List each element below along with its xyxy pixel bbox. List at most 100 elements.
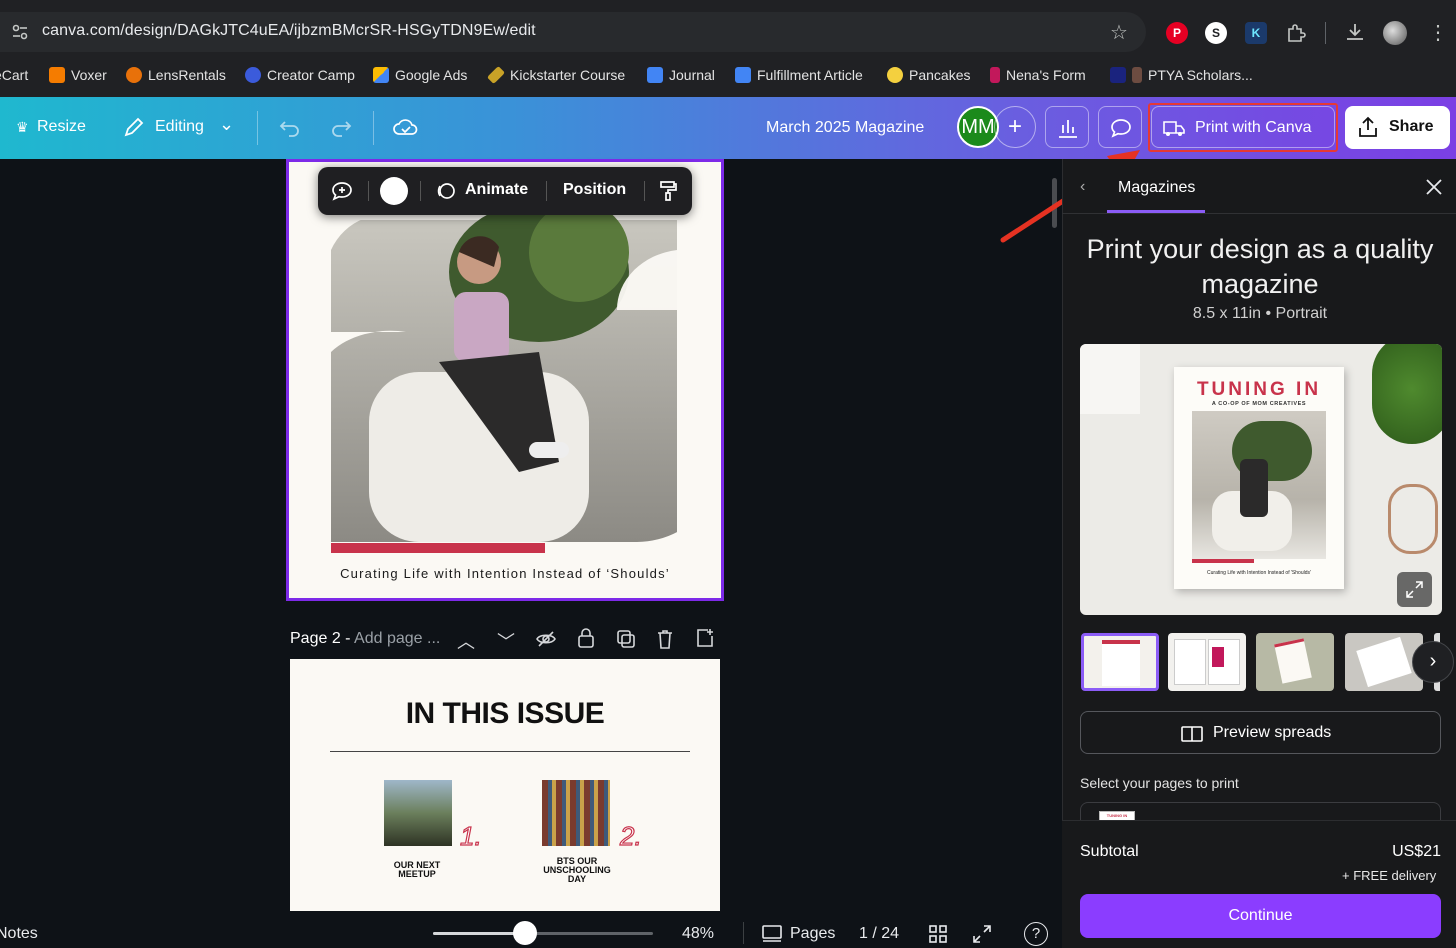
continue-button[interactable]: Continue [1080, 894, 1441, 938]
add-comment-icon[interactable] [330, 179, 354, 203]
thumbnail-magazine [1274, 638, 1312, 684]
help-icon[interactable]: ? [1024, 922, 1048, 946]
pinterest-extension-icon[interactable]: P [1166, 22, 1188, 44]
bookmarks-bar: eCart Voxer LensRentals Creator Camp Goo… [0, 64, 1456, 90]
profile-avatar[interactable] [1383, 21, 1407, 45]
bookmark-item[interactable]: Fulfillment Article [735, 67, 863, 83]
lock-icon[interactable] [576, 627, 596, 649]
download-icon[interactable] [1344, 21, 1366, 43]
mockup-title: TUNING IN [1196, 379, 1322, 400]
element-context-toolbar: Animate Position [318, 167, 692, 215]
bookmark-label: Pancakes [909, 67, 971, 83]
editing-mode-button[interactable]: Editing [155, 118, 204, 136]
resize-button[interactable]: Resize [37, 118, 86, 136]
mockup-thumbnail[interactable] [1168, 633, 1246, 691]
chevron-up-icon[interactable]: ︿ [455, 628, 477, 652]
mockup-cover-photo [1192, 411, 1326, 559]
zoom-slider-track[interactable] [433, 921, 653, 945]
bookmark-item[interactable]: Nena's Form [990, 67, 1086, 83]
copy-style-paint-roller-icon[interactable] [656, 179, 680, 203]
zoom-level[interactable]: 48% [682, 925, 714, 943]
page-title-input[interactable]: Add page ... [354, 630, 440, 647]
undo-icon[interactable] [277, 114, 303, 140]
page-2-number: Page 2 - [290, 630, 355, 647]
cloud-saved-icon[interactable] [392, 114, 420, 140]
document-title[interactable]: March 2025 Magazine [766, 119, 924, 137]
bookmark-item[interactable]: Google Ads [373, 67, 467, 83]
mockup-thumbnail[interactable] [1256, 633, 1334, 691]
back-chevron-icon[interactable]: ‹ [1080, 178, 1085, 196]
color-swatch-button[interactable] [380, 177, 408, 205]
fullscreen-icon[interactable] [971, 923, 993, 945]
collaborator-avatar[interactable]: MM [957, 106, 999, 148]
bookmark-item[interactable]: PTYA Scholars... [1110, 67, 1253, 83]
bookmark-item[interactable]: eCart [0, 67, 28, 83]
zoom-slider-fill [433, 932, 526, 935]
redo-icon[interactable] [328, 114, 354, 140]
mockup-thumbnail[interactable] [1081, 633, 1159, 691]
position-button[interactable]: Position [563, 181, 626, 199]
cover-caption[interactable]: Curating Life with Intention Instead of … [289, 566, 721, 581]
notes-button[interactable]: Notes [0, 925, 38, 943]
bookmark-item[interactable]: Voxer [49, 67, 107, 83]
delete-page-trash-icon[interactable] [655, 628, 675, 650]
pages-icon[interactable] [761, 923, 783, 945]
pencil-edit-icon[interactable] [122, 115, 146, 139]
delivery-truck-icon [1163, 121, 1185, 136]
pencil-icon [486, 65, 506, 85]
bookmark-star-icon[interactable]: ☆ [1110, 20, 1128, 45]
expand-preview-button[interactable] [1397, 572, 1432, 607]
page-2-label[interactable]: Page 2 - Add page ... [290, 630, 440, 648]
unschooling-day-photo[interactable] [542, 780, 610, 846]
address-bar[interactable]: canva.com/design/DAGkJTC4uEA/ijbzmBMcrSR… [0, 12, 1146, 52]
magazine-mockup-image[interactable]: TUNING IN A CO-OP OF MOM CREATIVES Curat… [1080, 344, 1442, 615]
ptya-icon [1110, 67, 1126, 83]
animate-button[interactable]: Animate [465, 181, 528, 199]
share-button[interactable]: Share [1345, 106, 1450, 149]
pancakes-icon [887, 67, 903, 83]
meetup-photo[interactable] [384, 780, 452, 846]
bookmark-item[interactable]: Pancakes [887, 67, 970, 83]
chevron-down-icon[interactable]: ⌄ [219, 114, 234, 135]
url-text[interactable]: canva.com/design/DAGkJTC4uEA/ijbzmBMcrSR… [42, 22, 536, 40]
add-page-icon[interactable] [694, 627, 716, 649]
lensrentals-icon [126, 67, 142, 83]
glasses-decoration [1388, 484, 1438, 554]
bookmark-item[interactable]: LensRentals [126, 67, 226, 83]
grid-view-icon[interactable] [927, 923, 949, 945]
item-number: 1. [459, 820, 482, 851]
next-thumbnails-button[interactable]: › [1412, 641, 1454, 683]
page-counter[interactable]: 1 / 24 [859, 925, 899, 943]
mockup-person [1240, 459, 1268, 517]
bookmark-item[interactable]: Journal [647, 67, 715, 83]
page-1-cover[interactable]: Curating Life with Intention Instead of … [286, 159, 724, 601]
bookmark-item[interactable]: Kickstarter Course [486, 65, 625, 85]
item-caption[interactable]: OUR NEXT MEETUP [374, 861, 460, 879]
panel-divider [1062, 213, 1456, 214]
k-extension-icon[interactable]: K [1245, 22, 1267, 44]
paper-decoration [1080, 344, 1140, 414]
docs-icon [647, 67, 663, 83]
more-menu-icon[interactable]: ⋮ [1428, 20, 1448, 45]
bar-chart-icon [1059, 120, 1077, 138]
preview-spreads-button[interactable]: Preview spreads [1080, 711, 1441, 754]
panel-tab-magazines[interactable]: Magazines [1118, 179, 1195, 197]
duplicate-page-icon[interactable] [615, 628, 637, 650]
bookmark-item[interactable]: Creator Camp [245, 67, 355, 83]
issue-heading[interactable]: IN THIS ISSUE [290, 697, 720, 731]
toolbar-divider [368, 181, 369, 201]
page-selector[interactable]: TUNING IN [1080, 802, 1441, 822]
item-caption[interactable]: BTS OUR UNSCHOOLING DAY [534, 857, 620, 884]
page-2[interactable]: IN THIS ISSUE 1. OUR NEXT MEETUP 2. BTS … [290, 659, 720, 911]
extensions-puzzle-icon[interactable] [1285, 22, 1307, 44]
cover-photo[interactable] [289, 162, 721, 598]
hide-page-eye-icon[interactable] [535, 629, 557, 649]
close-icon[interactable] [1424, 177, 1444, 197]
chevron-down-icon[interactable]: ﹀ [495, 628, 517, 652]
mockup-accent-bar [1192, 559, 1254, 563]
s-extension-icon[interactable]: S [1205, 22, 1227, 44]
mockup-subtitle: A CO-OP OF MOM CREATIVES [1211, 401, 1307, 407]
pages-button[interactable]: Pages [790, 925, 835, 943]
site-settings-icon[interactable] [10, 22, 30, 42]
print-with-canva-button[interactable]: Print with Canva [1151, 106, 1335, 148]
